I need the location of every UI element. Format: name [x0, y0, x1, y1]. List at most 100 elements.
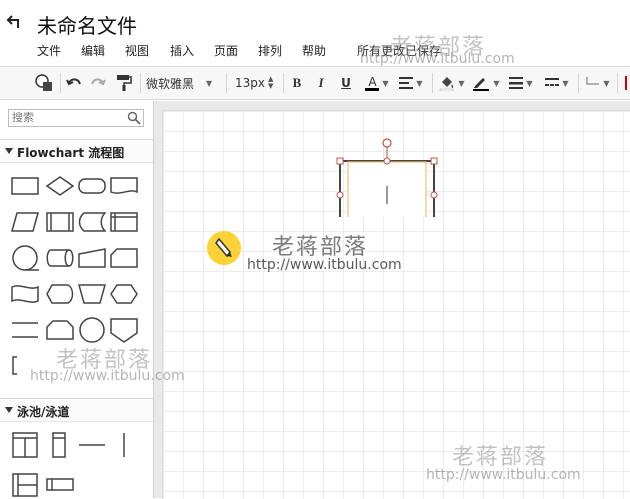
- font-family-select[interactable]: 微软雅黑 ▼: [146, 67, 222, 99]
- shape-stored-data[interactable]: [78, 208, 106, 236]
- shape-decision[interactable]: [46, 172, 74, 200]
- font-color-swatch: [365, 87, 380, 91]
- document-title[interactable]: 未命名文件: [37, 10, 137, 39]
- search-icon[interactable]: [127, 111, 141, 125]
- underline-button[interactable]: U: [337, 67, 355, 99]
- menu-file[interactable]: 文件: [37, 42, 61, 59]
- bold-label: B: [292, 75, 302, 90]
- search-box: [8, 109, 144, 127]
- chevron-down-icon: ▼: [526, 78, 533, 88]
- dashed-line-icon: [545, 78, 560, 86]
- pen-icon: [473, 78, 490, 91]
- connector-style-button[interactable]: ▼: [583, 67, 613, 99]
- shape-data[interactable]: [11, 208, 39, 236]
- resize-handle-tr[interactable]: [430, 157, 438, 165]
- shape-on-page-reference[interactable]: [78, 316, 106, 344]
- undo-button[interactable]: [64, 67, 84, 99]
- line-style-button[interactable]: ▼: [541, 67, 573, 99]
- shape-predefined-process[interactable]: [46, 208, 74, 236]
- menu-help[interactable]: 帮助: [302, 42, 326, 59]
- format-painter-icon: [117, 75, 132, 91]
- rotation-handle[interactable]: [382, 138, 392, 148]
- align-left-icon: [399, 77, 414, 89]
- line-color-button[interactable]: ▼: [470, 67, 502, 99]
- watermark-url: http://www.itbulu.com: [360, 51, 515, 67]
- chevron-down-icon: ▼: [382, 78, 389, 88]
- resize-handle-top[interactable]: [383, 157, 391, 165]
- shape-lane-vertical[interactable]: [46, 431, 74, 459]
- menu-view[interactable]: 视图: [125, 42, 149, 59]
- font-family-value: 微软雅黑: [146, 76, 195, 91]
- toolbar-marker: [624, 76, 627, 90]
- watermark-url: http://www.itbulu.com: [247, 257, 402, 273]
- shape-document[interactable]: [110, 172, 138, 200]
- chevron-down-icon: ▼: [206, 78, 213, 88]
- redo-icon: [91, 78, 106, 86]
- shape-process[interactable]: [11, 172, 39, 200]
- italic-label: I: [318, 75, 324, 90]
- bold-button[interactable]: B: [288, 67, 306, 99]
- shape-parallel-mode[interactable]: [11, 316, 39, 344]
- shape-display[interactable]: [46, 280, 74, 308]
- shape-loop-limit[interactable]: [46, 316, 74, 344]
- undo-icon: [66, 78, 81, 86]
- shape-separator-vertical[interactable]: [110, 431, 138, 459]
- shape-preparation[interactable]: [110, 280, 138, 308]
- back-arrow-icon[interactable]: [6, 12, 26, 32]
- font-size-value: 13px: [235, 76, 265, 90]
- caret-down-icon: [5, 148, 13, 154]
- watermark-url: http://www.itbulu.com: [30, 368, 185, 384]
- chevron-down-icon: ▼: [562, 78, 569, 88]
- fill-color-button[interactable]: ▼: [437, 67, 467, 99]
- shape-pool-horizontal[interactable]: [11, 431, 39, 459]
- resize-handle-tl[interactable]: [336, 157, 344, 165]
- shape-manual-input[interactable]: [78, 244, 106, 272]
- toolbar-overflow: [621, 67, 630, 99]
- resize-handle-right[interactable]: [430, 191, 438, 199]
- shape-card[interactable]: [110, 244, 138, 272]
- shape-direct-data[interactable]: [46, 244, 74, 272]
- format-painter-button[interactable]: [112, 67, 136, 99]
- shape-paper-tape[interactable]: [11, 280, 39, 308]
- line-width-button[interactable]: ▼: [506, 67, 536, 99]
- style-format-icon: [35, 74, 52, 91]
- align-button[interactable]: ▼: [396, 67, 426, 99]
- font-size-select[interactable]: 13px ▲ ▼: [235, 67, 279, 99]
- search-input[interactable]: [9, 110, 122, 126]
- chevron-down-icon: ▼: [603, 78, 610, 88]
- stepper-icon: ▲ ▼: [268, 75, 274, 90]
- redo-button[interactable]: [88, 67, 108, 99]
- section-label: 泳池/泳道: [17, 405, 70, 419]
- font-color-button[interactable]: A ▼: [362, 67, 392, 99]
- menu-insert[interactable]: 插入: [170, 42, 194, 59]
- selected-process-shape[interactable]: [334, 137, 438, 217]
- section-header-swimlane[interactable]: 泳池/泳道: [0, 398, 153, 422]
- chevron-down-icon: ▼: [493, 78, 500, 88]
- shape-off-page-reference[interactable]: [110, 316, 138, 344]
- chevron-down-icon: ▼: [416, 78, 423, 88]
- shape-sidebar: Flowchart 流程图 泳池/泳道: [0, 101, 154, 498]
- watermark-logo: [207, 231, 241, 265]
- underline-label: U: [341, 76, 351, 90]
- shape-manual-operation[interactable]: [78, 280, 106, 308]
- connector-icon: [586, 77, 600, 85]
- shape-sequential-data[interactable]: [11, 244, 39, 272]
- paint-bucket-icon: [440, 77, 454, 91]
- section-header-flowchart[interactable]: Flowchart 流程图: [0, 139, 153, 163]
- resize-handle-left[interactable]: [336, 191, 344, 199]
- shape-lane-horizontal[interactable]: [46, 471, 74, 499]
- style-format-button[interactable]: [31, 67, 57, 99]
- section-label: Flowchart 流程图: [17, 146, 125, 160]
- line-width-icon: [509, 77, 524, 89]
- watermark-url: http://www.itbulu.com: [426, 467, 581, 483]
- toolbar: 微软雅黑 ▼ 13px ▲ ▼ B I U A ▼ ▼ ▼ ▼ ▼ ▼ ▼: [0, 66, 630, 100]
- shape-internal-storage[interactable]: [110, 208, 138, 236]
- shape-pool-vertical[interactable]: [11, 471, 39, 499]
- menu-edit[interactable]: 编辑: [81, 42, 105, 59]
- menu-page[interactable]: 页面: [214, 42, 238, 59]
- menu-arrange[interactable]: 排列: [258, 42, 282, 59]
- shape-terminator[interactable]: [78, 172, 106, 200]
- caret-down-icon: [5, 407, 13, 413]
- italic-button[interactable]: I: [312, 67, 330, 99]
- shape-separator-horizontal[interactable]: [78, 431, 106, 459]
